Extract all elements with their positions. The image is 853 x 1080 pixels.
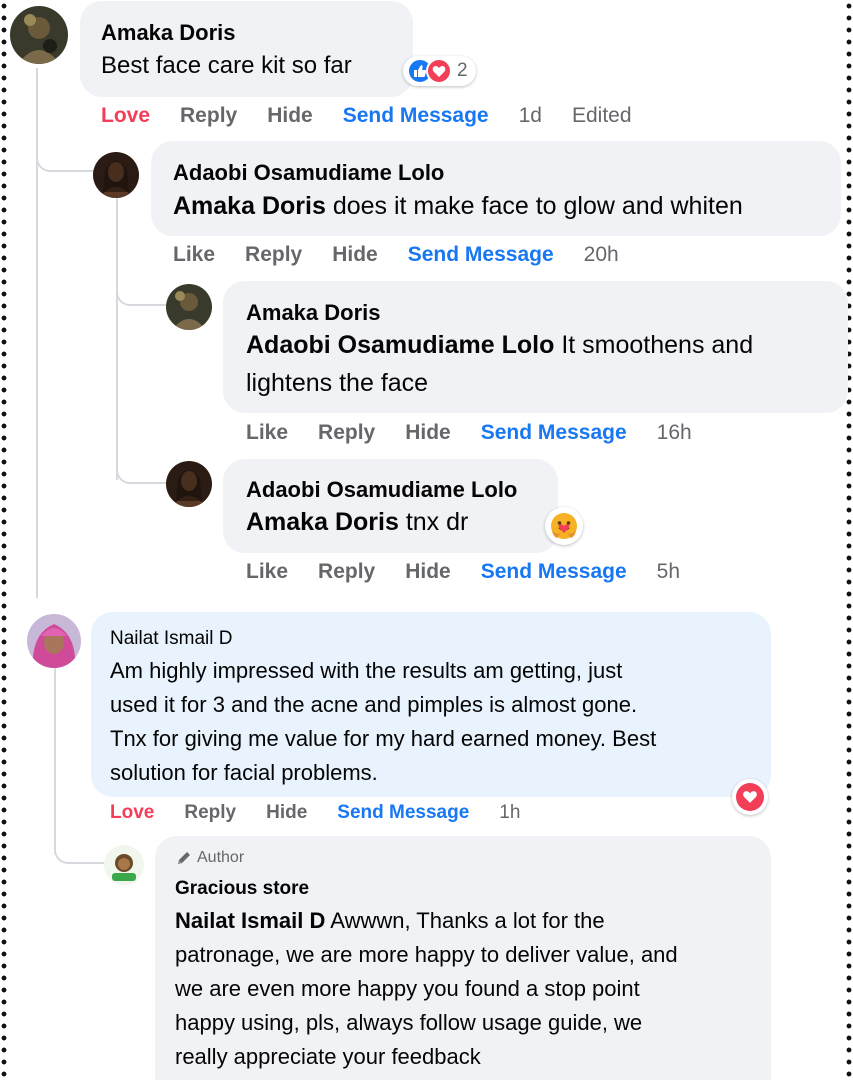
- send-message-button[interactable]: Send Message: [337, 802, 469, 824]
- timestamp[interactable]: 20h: [584, 243, 619, 267]
- comment-text-line: happy using, pls, always follow usage gu…: [175, 1010, 643, 1035]
- mention-link[interactable]: Adaobi Osamudiame Lolo: [246, 331, 554, 359]
- comment-text-line: lightens the face: [246, 369, 429, 397]
- comment-author[interactable]: Gracious store: [175, 878, 309, 900]
- comment-text-line: solution for facial problems.: [110, 760, 378, 785]
- comment-bubble: [80, 1, 413, 97]
- like-button[interactable]: Like: [246, 421, 288, 445]
- mention-link[interactable]: Amaka Doris: [173, 192, 326, 220]
- pencil-icon: [178, 852, 190, 864]
- love-icon[interactable]: [732, 779, 768, 815]
- comment-author[interactable]: Adaobi Osamudiame Lolo: [246, 477, 517, 503]
- comment-actions: Like Reply Hide Send Message 16h: [246, 421, 722, 445]
- love-button[interactable]: Love: [101, 104, 150, 128]
- comment-text-line: really appreciate your feedback: [175, 1044, 481, 1069]
- timestamp[interactable]: 5h: [657, 560, 680, 584]
- comment-text-line: patronage, we are more happy to deliver …: [175, 942, 678, 967]
- comment-text-line: we are even more happy you found a stop …: [175, 976, 640, 1001]
- thread-line-nested: [116, 198, 118, 480]
- hide-button[interactable]: Hide: [405, 421, 451, 445]
- mention-link[interactable]: Nailat Ismail D: [175, 908, 325, 933]
- edited-label[interactable]: Edited: [572, 104, 632, 128]
- author-badge: Author: [175, 849, 244, 867]
- avatar-gracious-store[interactable]: [104, 845, 144, 885]
- send-message-button[interactable]: Send Message: [481, 560, 627, 584]
- love-button[interactable]: Love: [110, 802, 154, 824]
- comment-actions: Like Reply Hide Send Message 5h: [246, 560, 710, 584]
- avatar-nailat[interactable]: [27, 614, 81, 668]
- hide-button[interactable]: Hide: [405, 560, 451, 584]
- comment-text-line: Tnx for giving me value for my hard earn…: [110, 726, 657, 751]
- care-emoji-icon[interactable]: [545, 507, 583, 545]
- love-icon: [426, 58, 452, 84]
- comment-author[interactable]: Nailat Ismail D: [110, 628, 232, 650]
- reaction-count: 2: [457, 60, 468, 81]
- comment-bubble: [223, 459, 558, 553]
- author-badge-label: Author: [197, 849, 245, 866]
- comment-text-line: used it for 3 and the acne and pimples i…: [110, 692, 638, 717]
- send-message-button[interactable]: Send Message: [343, 104, 489, 128]
- hide-button[interactable]: Hide: [266, 802, 307, 824]
- reply-button[interactable]: Reply: [184, 802, 236, 824]
- comment-text: Best face care kit so far: [101, 52, 352, 79]
- comment-text-line: Nailat Ismail D Awwwn, Thanks a lot for …: [175, 908, 605, 933]
- comment-author[interactable]: Adaobi Osamudiame Lolo: [173, 160, 444, 186]
- timestamp[interactable]: 1d: [519, 104, 542, 128]
- left-dotted-border: [0, 0, 8, 1080]
- avatar-adaobi[interactable]: [93, 152, 139, 198]
- send-message-button[interactable]: Send Message: [408, 243, 554, 267]
- reply-button[interactable]: Reply: [180, 104, 237, 128]
- comment-author[interactable]: Amaka Doris: [101, 20, 236, 46]
- thread-connector: [54, 840, 104, 864]
- avatar-adaobi[interactable]: [166, 461, 212, 507]
- avatar-amaka-doris[interactable]: [166, 284, 212, 330]
- comment-text-line: Adaobi Osamudiame Lolo It smoothens and: [246, 331, 754, 359]
- reaction-summary[interactable]: 2: [403, 56, 476, 86]
- reply-button[interactable]: Reply: [318, 421, 375, 445]
- send-message-button[interactable]: Send Message: [481, 421, 627, 445]
- hide-button[interactable]: Hide: [332, 243, 378, 267]
- timestamp[interactable]: 1h: [499, 802, 520, 824]
- thread-connector: [116, 282, 166, 306]
- reply-button[interactable]: Reply: [318, 560, 375, 584]
- comment-bubble: [151, 141, 841, 236]
- comment-text: Amaka Doris does it make face to glow an…: [173, 192, 743, 220]
- comment-author[interactable]: Amaka Doris: [246, 300, 381, 326]
- like-button[interactable]: Like: [173, 243, 215, 267]
- thread-connector: [116, 460, 166, 484]
- thread-line-main-2: [54, 668, 56, 854]
- comment-actions: Love Reply Hide Send Message 1d Edited: [101, 104, 662, 128]
- hide-button[interactable]: Hide: [267, 104, 313, 128]
- like-button[interactable]: Like: [246, 560, 288, 584]
- comment-actions: Like Reply Hide Send Message 20h: [173, 243, 649, 267]
- comment-actions: Love Reply Hide Send Message 1h: [110, 802, 550, 824]
- right-dotted-border: [845, 0, 853, 1080]
- mention-link[interactable]: Amaka Doris: [246, 508, 399, 536]
- comment-text-line: Am highly impressed with the results am …: [110, 658, 623, 683]
- avatar-amaka-doris[interactable]: [10, 6, 68, 64]
- reply-button[interactable]: Reply: [245, 243, 302, 267]
- comment-text: Amaka Doris tnx dr: [246, 508, 469, 536]
- thread-connector: [36, 146, 94, 172]
- timestamp[interactable]: 16h: [657, 421, 692, 445]
